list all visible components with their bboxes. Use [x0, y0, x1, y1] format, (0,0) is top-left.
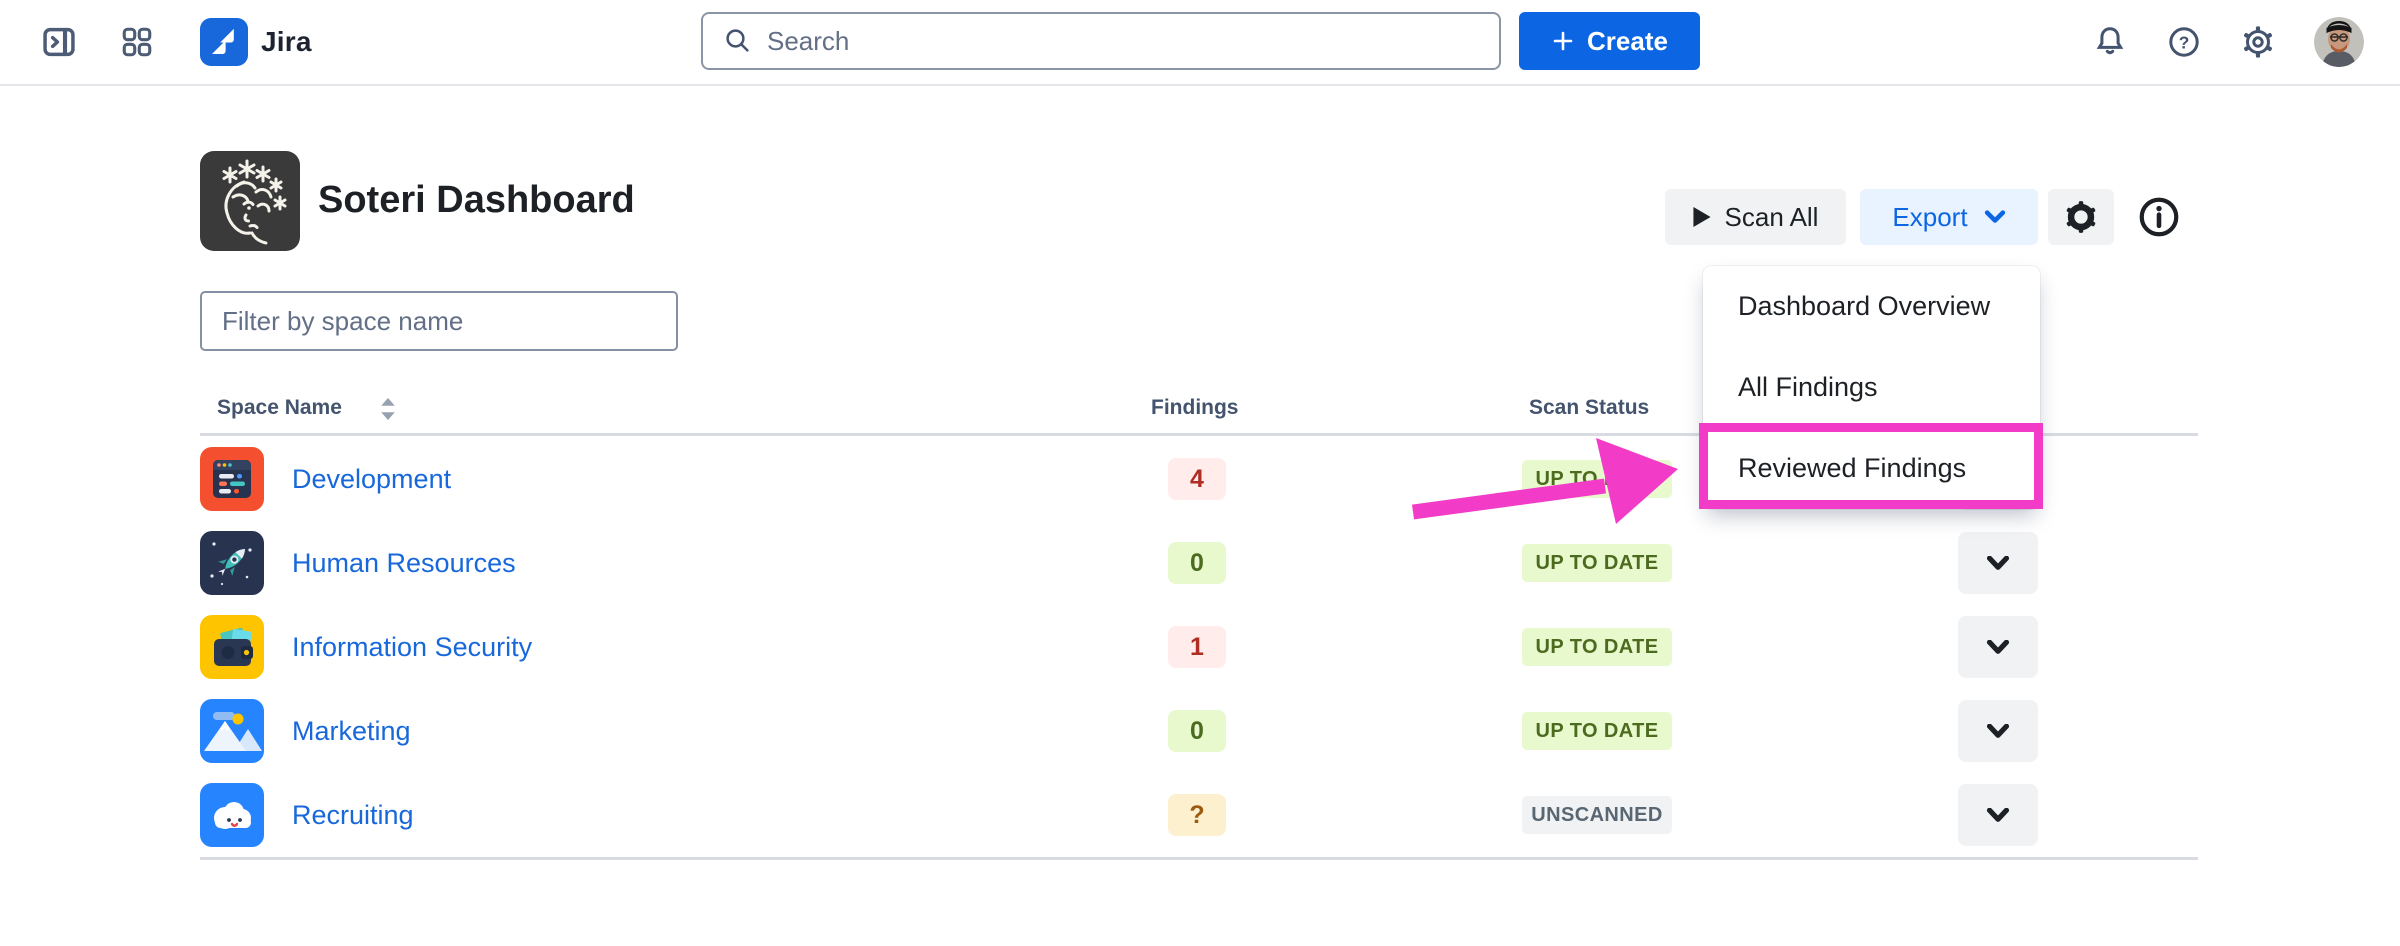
menu-item-dashboard-overview[interactable]: Dashboard Overview: [1703, 266, 2040, 347]
product-name: Jira: [261, 26, 312, 58]
user-avatar[interactable]: [2314, 17, 2364, 67]
row-actions-button[interactable]: [1958, 784, 2038, 846]
scan-all-label: Scan All: [1725, 202, 1819, 233]
findings-badge: 4: [1168, 458, 1226, 500]
scan-status-badge: UP TO DATE: [1522, 460, 1672, 498]
jira-topbar: Jira Create: [0, 0, 2400, 86]
soteri-dashboard-page: Jira Create: [0, 0, 2400, 946]
scan-status-badge: UNSCANNED: [1522, 796, 1672, 834]
chevron-down-icon: [1984, 210, 2006, 224]
dashboard-settings-button[interactable]: [2048, 189, 2114, 245]
table-bottom-divider: [200, 857, 2198, 860]
table-row: Recruiting ? UNSCANNED: [200, 773, 2198, 857]
space-link[interactable]: Human Resources: [292, 521, 516, 605]
search-icon: [723, 26, 753, 56]
export-label: Export: [1892, 202, 1967, 233]
scan-status-badge: UP TO DATE: [1522, 628, 1672, 666]
scan-status-badge: UP TO DATE: [1522, 544, 1672, 582]
space-link[interactable]: Marketing: [292, 689, 411, 773]
chevron-down-icon: [1986, 556, 2010, 571]
chevron-down-icon: [1986, 808, 2010, 823]
export-button[interactable]: Export: [1860, 189, 2038, 245]
space-link[interactable]: Information Security: [292, 605, 532, 689]
chevron-down-icon: [1986, 640, 2010, 655]
topbar-left-group: Jira: [40, 0, 312, 84]
settings-gear-icon: [2240, 24, 2276, 60]
page-title: Soteri Dashboard: [318, 179, 635, 222]
help-icon: ?: [2166, 24, 2202, 60]
global-search[interactable]: [701, 12, 1501, 70]
row-actions-button[interactable]: [1958, 700, 2038, 762]
jira-logo[interactable]: [200, 18, 248, 66]
scan-all-button[interactable]: Scan All: [1665, 189, 1846, 245]
notifications-bell-icon: [2092, 24, 2128, 60]
soteri-logo: [200, 151, 300, 251]
sort-icon[interactable]: [381, 398, 395, 425]
space-link[interactable]: Recruiting: [292, 773, 414, 857]
create-button-label: Create: [1587, 26, 1668, 57]
wallet-icon: [200, 615, 264, 679]
play-icon: [1693, 207, 1711, 227]
info-icon: [2136, 194, 2182, 240]
search-input[interactable]: [767, 26, 1467, 57]
row-actions-button[interactable]: [1958, 616, 2038, 678]
gear-icon: [2064, 200, 2098, 234]
row-actions-button[interactable]: [1958, 532, 2038, 594]
table-row: Marketing 0 UP TO DATE: [200, 689, 2198, 773]
cloud-icon: [200, 783, 264, 847]
findings-badge: 0: [1168, 542, 1226, 584]
app-switcher-button[interactable]: [120, 25, 154, 59]
findings-badge: 0: [1168, 710, 1226, 752]
svg-text:?: ?: [2179, 32, 2190, 52]
plus-icon: [1551, 29, 1575, 53]
column-header-findings: Findings: [1151, 396, 1239, 420]
expand-sidebar-icon: [40, 23, 78, 61]
chevron-down-icon: [1986, 724, 2010, 739]
space-filter-input[interactable]: [200, 291, 678, 351]
menu-item-all-findings[interactable]: All Findings: [1703, 347, 2040, 428]
expand-sidebar-button[interactable]: [40, 23, 78, 61]
menu-item-reviewed-findings[interactable]: Reviewed Findings: [1703, 428, 2040, 509]
info-button[interactable]: [2134, 192, 2184, 242]
topbar-right-group: ?: [2092, 0, 2364, 84]
create-button[interactable]: Create: [1519, 12, 1700, 70]
findings-badge: 1: [1168, 626, 1226, 668]
table-row: Information Security 1 UP TO DATE: [200, 605, 2198, 689]
findings-badge: ?: [1168, 794, 1226, 836]
notifications-button[interactable]: [2092, 24, 2128, 60]
mountains-icon: [200, 699, 264, 763]
rocket-icon: [200, 531, 264, 595]
topbar-settings-button[interactable]: [2240, 24, 2276, 60]
column-header-scan-status: Scan Status: [1529, 396, 1649, 420]
help-button[interactable]: ?: [2166, 24, 2202, 60]
app-switcher-icon: [120, 25, 154, 59]
space-link[interactable]: Development: [292, 437, 451, 521]
export-dropdown-menu: Dashboard Overview All Findings Reviewed…: [1703, 266, 2040, 509]
column-header-space-name[interactable]: Space Name: [217, 396, 342, 420]
scan-status-badge: UP TO DATE: [1522, 712, 1672, 750]
code-window-icon: [200, 447, 264, 511]
table-row: Human Resources 0 UP TO DATE: [200, 521, 2198, 605]
